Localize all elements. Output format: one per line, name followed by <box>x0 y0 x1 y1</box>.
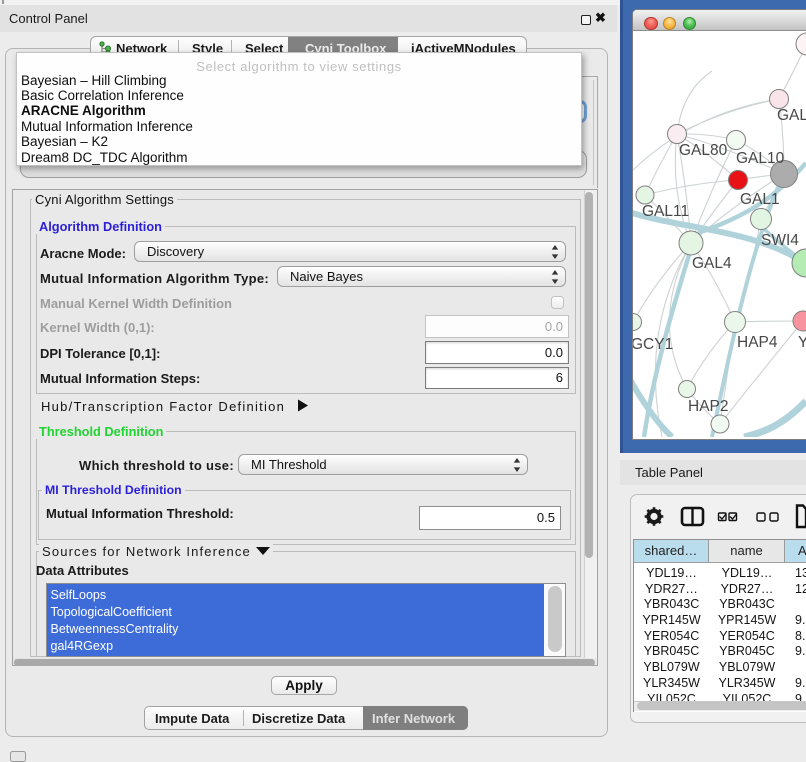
svg-text:HAP2: HAP2 <box>688 398 729 415</box>
svg-text:GCY1: GCY1 <box>633 336 673 353</box>
svg-text:GAL10: GAL10 <box>736 150 785 167</box>
svg-text:GAL4: GAL4 <box>692 255 732 272</box>
svg-text:GAL80: GAL80 <box>679 142 728 159</box>
svg-text:GAL11: GAL11 <box>642 203 689 220</box>
svg-text:GAL1: GAL1 <box>740 191 780 208</box>
svg-text:YE: YE <box>798 334 806 351</box>
svg-text:SWI4: SWI4 <box>761 232 799 249</box>
svg-text:GAL7: GAL7 <box>777 107 806 124</box>
svg-text:HAP4: HAP4 <box>737 334 778 351</box>
